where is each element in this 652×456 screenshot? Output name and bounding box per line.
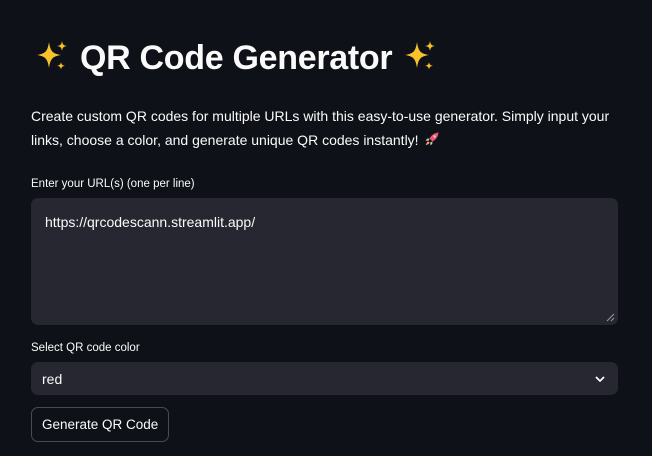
generate-qr-button[interactable]: Generate QR Code — [31, 407, 170, 442]
url-textarea[interactable]: https://qrcodescann.streamlit.app/ — [31, 198, 618, 325]
color-select-value: red — [42, 370, 63, 387]
page-title: QR Code Generator — [34, 34, 438, 82]
sparkles-icon — [37, 41, 67, 70]
url-input-container: https://qrcodescann.streamlit.app/ — [31, 198, 618, 325]
app-root: QR Code Generator Create custom QR codes… — [0, 0, 652, 456]
sparkles-icon — [405, 41, 436, 70]
color-select[interactable]: red — [31, 362, 618, 395]
description-text: Create custom QR codes for multiple URLs… — [31, 108, 610, 148]
chevron-down-icon — [595, 376, 605, 382]
resize-handle-icon[interactable] — [606, 313, 615, 322]
url-input-label: Enter your URL(s) (one per line) — [31, 178, 195, 190]
rocket-icon — [426, 132, 439, 146]
page-title-text: QR Code Generator — [80, 39, 393, 77]
color-select-label: Select QR code color — [31, 342, 140, 354]
description-paragraph: Create custom QR codes for multiple URLs… — [31, 104, 625, 152]
